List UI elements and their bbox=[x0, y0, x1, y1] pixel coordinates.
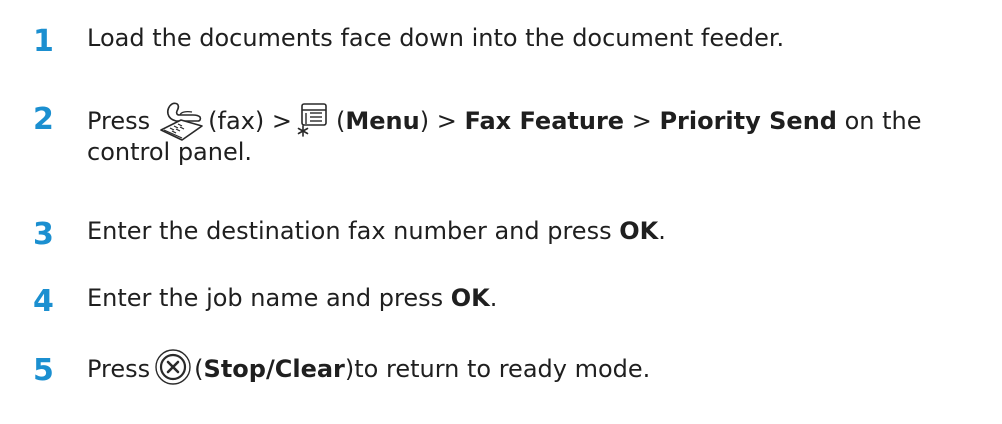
step-number: 5 bbox=[33, 353, 54, 388]
period: . bbox=[489, 284, 498, 312]
ok-label: OK bbox=[619, 217, 659, 245]
instruction-text: Enter the job name and press bbox=[87, 284, 444, 312]
step-number: 1 bbox=[33, 24, 54, 59]
step-text: Enter the job name and press OK. bbox=[87, 282, 987, 314]
menu-label: Menu bbox=[345, 107, 420, 135]
period: . bbox=[658, 217, 666, 245]
fax-label: (fax) > bbox=[208, 107, 292, 135]
menu-icon bbox=[296, 102, 330, 138]
stop-rest-text: )to return to ready mode. bbox=[344, 355, 651, 383]
step-number: 2 bbox=[33, 102, 54, 137]
step-text-line2: control panel. bbox=[87, 138, 253, 166]
ok-label: OK bbox=[450, 284, 490, 312]
stop-clear-label: Stop/Clear bbox=[203, 355, 345, 383]
menu-close: ) > bbox=[419, 107, 457, 135]
step-text: Enter the destination fax number and pre… bbox=[87, 215, 987, 247]
priority-send-label: Priority Send bbox=[659, 107, 837, 135]
fax-feature-label: Fax Feature bbox=[464, 107, 625, 135]
press-text: Press bbox=[87, 355, 151, 383]
press-text: Press bbox=[87, 107, 151, 135]
step-number: 3 bbox=[33, 217, 54, 252]
step-number: 4 bbox=[33, 284, 54, 319]
stop-clear-icon bbox=[154, 348, 192, 386]
step-text: Press (Stop/Clear)to return to ready mod… bbox=[87, 348, 987, 389]
stop-open: ( bbox=[194, 355, 204, 383]
on-the-text: on the bbox=[844, 107, 922, 135]
menu-open: ( bbox=[336, 107, 346, 135]
separator: > bbox=[631, 107, 652, 135]
instruction-text: Enter the destination fax number and pre… bbox=[87, 217, 612, 245]
step-text: Load the documents face down into the do… bbox=[87, 24, 785, 52]
